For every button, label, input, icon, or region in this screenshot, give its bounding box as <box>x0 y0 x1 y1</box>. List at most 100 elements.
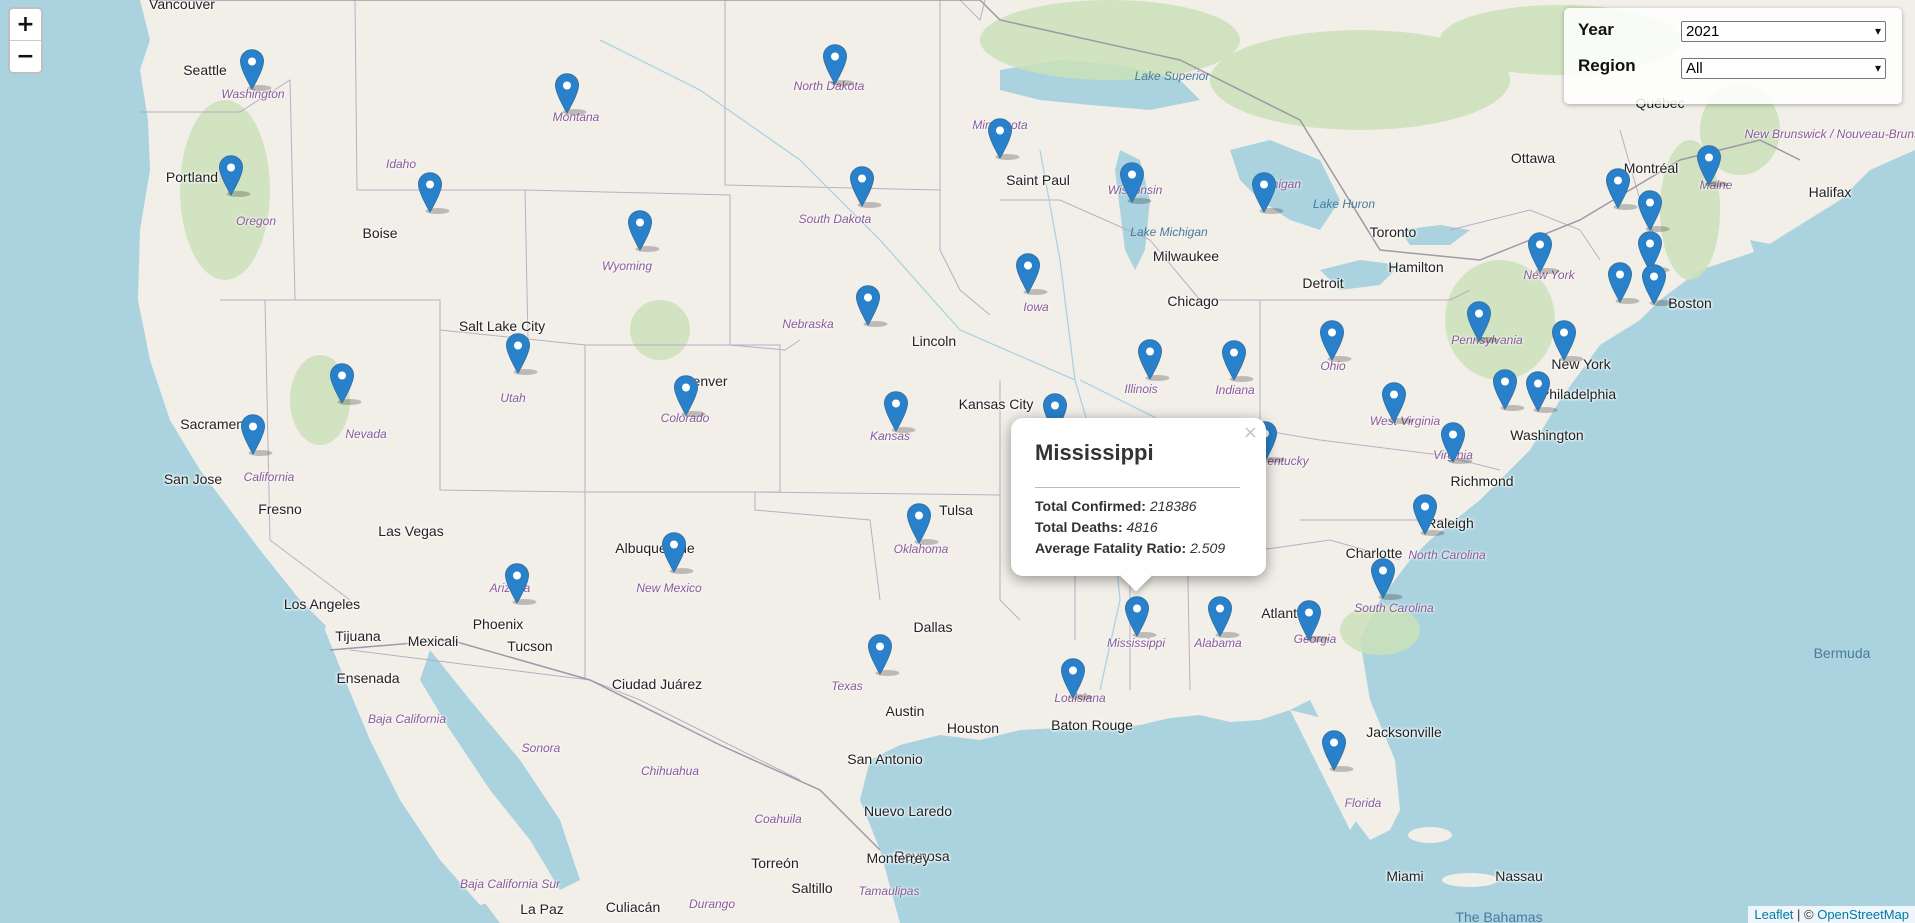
map-marker[interactable] <box>883 391 916 433</box>
map-marker[interactable] <box>417 172 450 214</box>
map-attribution: Leaflet | © OpenStreetMap <box>1748 906 1915 923</box>
map-pin-icon <box>329 363 362 405</box>
map-marker[interactable] <box>1319 320 1352 362</box>
popup-row-deaths: Total Deaths: 4816 <box>1035 519 1158 535</box>
region-select-value: All <box>1686 60 1703 77</box>
map-marker[interactable] <box>855 285 888 327</box>
map-marker[interactable] <box>239 49 272 91</box>
map-marker[interactable] <box>987 118 1020 160</box>
zoom-out-button[interactable]: − <box>10 40 41 72</box>
map-pin-icon <box>1637 190 1670 232</box>
popup-title: Mississippi <box>1035 440 1154 465</box>
map-marker[interactable] <box>1605 168 1638 210</box>
close-icon[interactable]: × <box>1243 422 1258 443</box>
filter-panel: Year 2021 ▾ Region All ▾ <box>1564 8 1902 104</box>
map-marker[interactable] <box>1060 658 1093 700</box>
map-pin-icon <box>1060 658 1093 700</box>
map-pin-icon <box>1319 320 1352 362</box>
popup-row-fatality: Average Fatality Ratio: 2.509 <box>1035 540 1226 556</box>
map-pin-icon <box>1321 730 1354 772</box>
map-marker[interactable] <box>1221 340 1254 382</box>
map-pin-icon <box>218 155 251 197</box>
zoom-in-button[interactable]: + <box>10 9 41 40</box>
map-pin-icon <box>1466 301 1499 343</box>
map-marker[interactable] <box>1370 558 1403 600</box>
map-marker[interactable] <box>504 563 537 605</box>
map-pin-icon <box>1641 264 1674 306</box>
map-marker[interactable] <box>1525 371 1558 413</box>
map-pin-icon <box>504 563 537 605</box>
map-pin-icon <box>1551 320 1584 362</box>
map-pin-icon <box>1527 232 1560 274</box>
map-pin-icon <box>661 532 694 574</box>
map-marker[interactable] <box>822 44 855 86</box>
state-popup: × Mississippi Total Confirmed: 218386 To… <box>1011 418 1266 592</box>
map-marker[interactable] <box>867 634 900 676</box>
map-marker[interactable] <box>1527 232 1560 274</box>
map-marker[interactable] <box>1137 339 1170 381</box>
map-marker[interactable] <box>218 155 251 197</box>
osm-link[interactable]: OpenStreetMap <box>1817 907 1909 922</box>
popup-divider <box>1035 487 1240 488</box>
map-marker[interactable] <box>673 375 706 417</box>
map-marker[interactable] <box>1381 382 1414 424</box>
leaflet-link[interactable]: Leaflet <box>1754 907 1793 922</box>
map-pin-icon <box>1124 596 1157 638</box>
map-pin-icon <box>1119 162 1152 204</box>
map-pin-icon <box>1607 262 1640 304</box>
year-select[interactable]: 2021 ▾ <box>1681 21 1886 42</box>
map-marker[interactable] <box>1251 172 1284 214</box>
map-pin-icon <box>1412 494 1445 536</box>
map-marker[interactable] <box>1492 369 1525 411</box>
map-pin-icon <box>673 375 706 417</box>
map-pin-icon <box>883 391 916 433</box>
map-marker[interactable] <box>1015 253 1048 295</box>
map-marker[interactable] <box>627 210 660 252</box>
map-marker[interactable] <box>1440 422 1473 464</box>
map-pin-icon <box>1696 145 1729 187</box>
map-pin-icon <box>1492 369 1525 411</box>
map-pin-icon <box>1296 600 1329 642</box>
map-pin-icon <box>1221 340 1254 382</box>
map-pin-icon <box>1137 339 1170 381</box>
map-marker[interactable] <box>505 333 538 375</box>
map-marker[interactable] <box>554 73 587 115</box>
map-pin-icon <box>417 172 450 214</box>
map-pin-icon <box>1605 168 1638 210</box>
map-marker[interactable] <box>1207 596 1240 638</box>
map-pin-icon <box>1015 253 1048 295</box>
map-marker[interactable] <box>661 532 694 574</box>
map-pin-icon <box>849 166 882 208</box>
map-pin-icon <box>867 634 900 676</box>
map-pin-icon <box>987 118 1020 160</box>
region-select[interactable]: All ▾ <box>1681 58 1886 79</box>
map-pin-icon <box>855 285 888 327</box>
map-pin-icon <box>906 503 939 545</box>
basemap <box>0 0 1915 923</box>
map-pin-icon <box>1525 371 1558 413</box>
map-pin-icon <box>1370 558 1403 600</box>
map-marker[interactable] <box>1637 190 1670 232</box>
map-marker[interactable] <box>240 414 273 456</box>
map-marker[interactable] <box>1412 494 1445 536</box>
map-marker[interactable] <box>1124 596 1157 638</box>
map-pin-icon <box>627 210 660 252</box>
map-pin-icon <box>1440 422 1473 464</box>
map-marker[interactable] <box>849 166 882 208</box>
map-pin-icon <box>554 73 587 115</box>
map-marker[interactable] <box>906 503 939 545</box>
year-select-value: 2021 <box>1686 23 1720 40</box>
map-marker[interactable] <box>1641 264 1674 306</box>
map-marker[interactable] <box>1551 320 1584 362</box>
map-marker[interactable] <box>1321 730 1354 772</box>
map-marker[interactable] <box>1119 162 1152 204</box>
map-marker[interactable] <box>1607 262 1640 304</box>
map-marker[interactable] <box>1296 600 1329 642</box>
map-pin-icon <box>505 333 538 375</box>
chevron-down-icon: ▾ <box>1874 24 1881 38</box>
map-marker[interactable] <box>1466 301 1499 343</box>
map-pin-icon <box>1207 596 1240 638</box>
map-canvas[interactable]: Vancouver Seattle Portland Boise Salt Lake C… <box>0 0 1915 923</box>
map-marker[interactable] <box>1696 145 1729 187</box>
map-marker[interactable] <box>329 363 362 405</box>
